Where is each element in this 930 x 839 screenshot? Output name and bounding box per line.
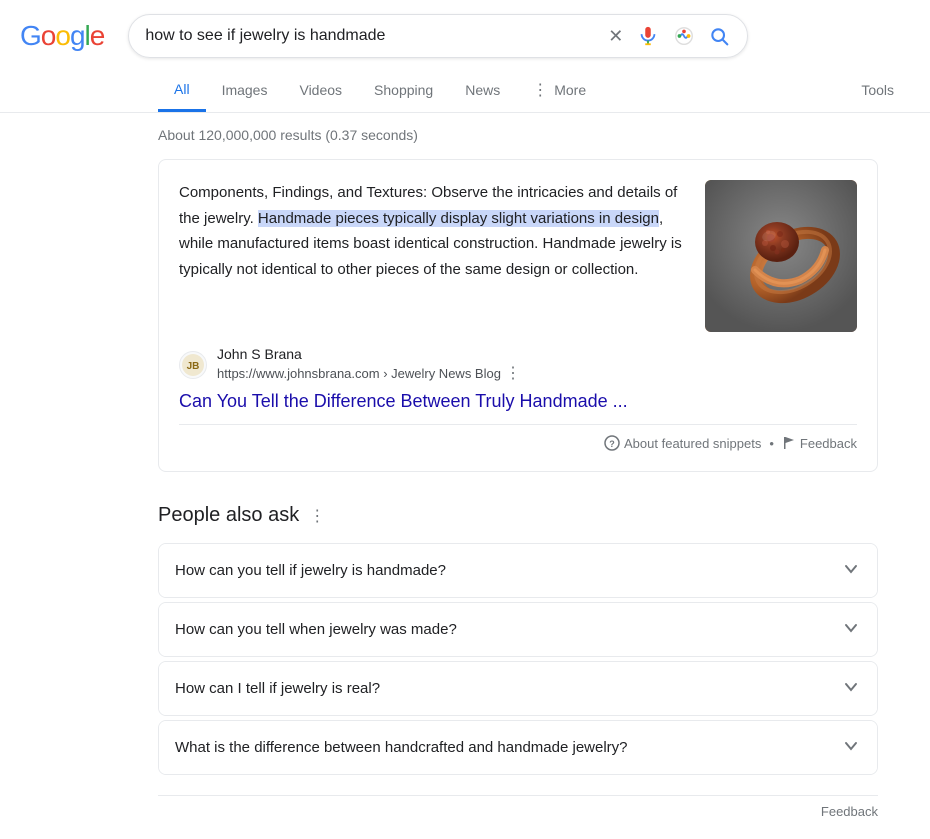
- logo-letter-o1: o: [41, 20, 56, 52]
- logo-letter-o2: o: [55, 20, 70, 52]
- logo-letter-g2: g: [70, 20, 85, 52]
- paa-question-3-text: How can I tell if jewelry is real?: [175, 680, 380, 697]
- more-dots-icon: ⋮: [532, 80, 548, 100]
- feedback-button[interactable]: Feedback: [782, 436, 857, 451]
- paa-item-4: What is the difference between handcraft…: [158, 720, 878, 775]
- paa-item-2: How can you tell when jewelry was made?: [158, 602, 878, 657]
- snippet-text-highlight: Handmade pieces typically display slight…: [258, 210, 659, 227]
- results-count: About 120,000,000 results (0.37 seconds): [158, 113, 930, 159]
- microphone-button[interactable]: [635, 23, 661, 49]
- paa-item-1: How can you tell if jewelry is handmade?: [158, 543, 878, 598]
- paa-options-icon[interactable]: ⋮: [309, 506, 325, 526]
- source-name: John S Brana: [217, 346, 521, 362]
- search-magnifier-icon: [709, 26, 729, 46]
- favicon-icon: JB: [182, 354, 204, 376]
- chevron-down-icon-1: [841, 558, 861, 583]
- svg-text:JB: JB: [187, 361, 200, 372]
- logo-letter-g1: G: [20, 20, 41, 52]
- source-favicon: JB: [179, 351, 207, 379]
- chevron-down-icon-4: [841, 735, 861, 760]
- lens-button[interactable]: [671, 23, 697, 49]
- tab-news[interactable]: News: [449, 70, 516, 110]
- about-snippets[interactable]: ? About featured snippets: [604, 435, 761, 451]
- featured-snippet: Components, Findings, and Textures: Obse…: [158, 159, 878, 472]
- tab-tools[interactable]: Tools: [845, 70, 910, 110]
- search-button[interactable]: [707, 24, 731, 48]
- logo-letter-e: e: [90, 20, 105, 52]
- nav-tabs: All Images Videos Shopping News ⋮ More T…: [0, 68, 930, 113]
- paa-item-3: How can I tell if jewelry is real?: [158, 661, 878, 716]
- paa-question-1-text: How can you tell if jewelry is handmade?: [175, 562, 446, 579]
- results-area: About 120,000,000 results (0.37 seconds)…: [0, 113, 930, 839]
- feedback-flag-icon: [782, 436, 796, 450]
- search-icons: ✕: [606, 23, 731, 49]
- bottom-feedback[interactable]: Feedback: [158, 795, 878, 839]
- tab-images[interactable]: Images: [206, 70, 284, 110]
- snippet-footer: ? About featured snippets • Feedback: [179, 424, 857, 451]
- search-input[interactable]: [145, 27, 596, 45]
- tab-videos[interactable]: Videos: [283, 70, 358, 110]
- feedback-label: Feedback: [800, 436, 857, 451]
- tab-shopping[interactable]: Shopping: [358, 70, 449, 110]
- chevron-down-icon-2: [841, 617, 861, 642]
- tab-all[interactable]: All: [158, 69, 206, 112]
- tab-more[interactable]: ⋮ More: [516, 68, 602, 112]
- chevron-down-icon-3: [841, 676, 861, 701]
- footer-separator: •: [769, 436, 774, 451]
- help-circle-icon: ?: [604, 435, 620, 451]
- source-row: JB John S Brana https://www.johnsbrana.c…: [179, 346, 857, 383]
- paa-question-3[interactable]: How can I tell if jewelry is real?: [159, 662, 877, 715]
- paa-question-2[interactable]: How can you tell when jewelry was made?: [159, 603, 877, 656]
- jewelry-image-svg: [705, 180, 857, 332]
- people-also-ask-section: People also ask ⋮ How can you tell if je…: [158, 488, 878, 775]
- paa-question-2-text: How can you tell when jewelry was made?: [175, 621, 457, 638]
- google-lens-icon: [673, 25, 695, 47]
- snippet-content: Components, Findings, and Textures: Obse…: [179, 180, 857, 332]
- paa-question-4-text: What is the difference between handcraft…: [175, 739, 628, 756]
- paa-title: People also ask: [158, 504, 299, 527]
- google-logo: G o o g l e: [20, 20, 104, 52]
- source-info: John S Brana https://www.johnsbrana.com …: [217, 346, 521, 383]
- paa-header: People also ask ⋮: [158, 488, 878, 535]
- snippet-image: [705, 180, 857, 332]
- about-snippets-label: About featured snippets: [624, 436, 761, 451]
- header: G o o g l e ✕: [0, 0, 930, 58]
- clear-button[interactable]: ✕: [606, 24, 625, 49]
- snippet-link[interactable]: Can You Tell the Difference Between Trul…: [179, 391, 857, 412]
- paa-question-4[interactable]: What is the difference between handcraft…: [159, 721, 877, 774]
- snippet-text: Components, Findings, and Textures: Obse…: [179, 180, 685, 332]
- paa-question-1[interactable]: How can you tell if jewelry is handmade?: [159, 544, 877, 597]
- source-url: https://www.johnsbrana.com › Jewelry New…: [217, 363, 521, 383]
- source-options-icon[interactable]: ⋮: [505, 363, 521, 383]
- svg-text:?: ?: [609, 439, 615, 449]
- microphone-icon: [637, 25, 659, 47]
- search-bar: ✕: [128, 14, 748, 58]
- clear-icon: ✕: [608, 26, 623, 47]
